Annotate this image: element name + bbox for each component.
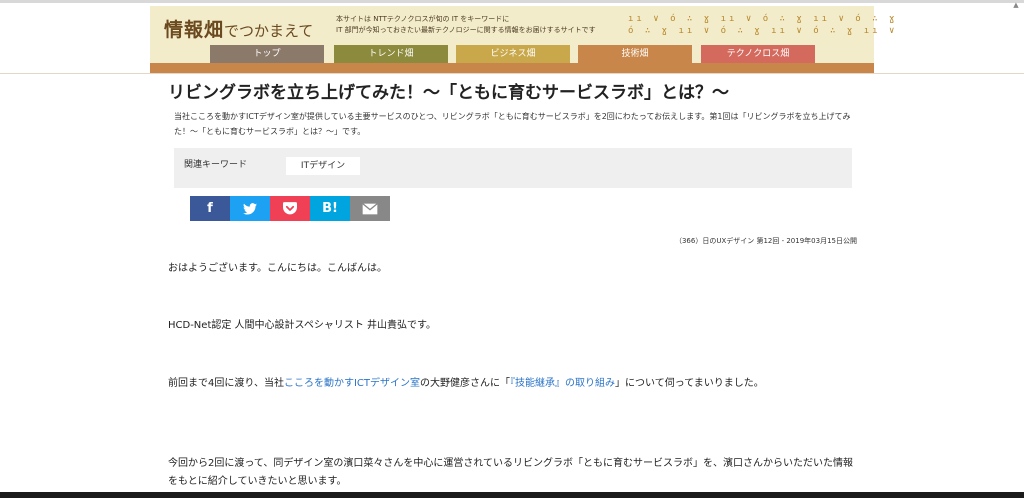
design-office-link[interactable]: こころを動かすICTデザイン室 xyxy=(284,378,420,389)
skill-transfer-link[interactable]: 『技能継承』の取り組み xyxy=(510,378,615,389)
decoration-pattern: ıı ∨ ó ∴ ɣ ıı ∨ ó ∴ ɣ ıı ∨ ó ∴ ɣ ó ∴ ɣ ıı… xyxy=(628,13,898,37)
keyword-box: 関連キーワード ITデザイン xyxy=(174,148,852,188)
window-top-edge xyxy=(0,0,1024,3)
nav-tab-top[interactable]: トップ xyxy=(210,45,324,63)
site-header: 情報畑でつかまえて 本サイトは NTTテクノクロスが旬の IT をキーワードに … xyxy=(150,6,898,73)
scroll-up-arrow-icon[interactable]: ▲ xyxy=(1010,0,1022,10)
site-logo[interactable]: 情報畑でつかまえて xyxy=(164,15,313,42)
paragraph-text: の大野健彦さんに「 xyxy=(420,378,511,389)
share-mail-button[interactable] xyxy=(350,196,390,221)
decoration-row-2: ó ∴ ɣ ıı ∨ ó ∴ ɣ ıı ∨ ó ∴ ɣ ıı ∨ xyxy=(628,26,898,36)
mail-icon xyxy=(362,202,378,214)
twitter-icon xyxy=(243,202,257,215)
logo-sub: でつかまえて xyxy=(224,22,314,40)
article-meta: （366）日のUXデザイン 第12回 - 2019年03月15日公開 xyxy=(674,237,857,245)
paragraph-previous: 前回まで4回に渡り、当社こころを動かすICTデザイン室の大野健彦さんに「『技能継… xyxy=(168,375,860,393)
main-nav: トップ トレンド畑 ビジネス畑 技術畑 テクノクロス畑 xyxy=(210,45,815,63)
os-taskbar xyxy=(0,492,1024,498)
hatena-bookmark-icon: B! xyxy=(322,201,338,216)
paragraph-intro: 今回から2回に渡って、同デザイン室の濱口菜々さんを中心に運営されているリビングラ… xyxy=(168,458,854,487)
share-twitter-button[interactable] xyxy=(230,196,270,221)
share-pocket-button[interactable] xyxy=(270,196,310,221)
article-title: リビングラボを立ち上げてみた！～「ともに育むサービスラボ」とは？～ xyxy=(168,83,729,103)
share-facebook-button[interactable]: f xyxy=(190,196,230,221)
paragraph-greeting: おはようございます。こんにちは。こんばんは。 xyxy=(168,263,387,274)
pocket-icon xyxy=(283,202,297,215)
keyword-label: 関連キーワード xyxy=(184,160,248,170)
nav-tab-technocross[interactable]: テクノクロス畑 xyxy=(701,45,815,63)
paragraph-author: HCD-Net認定 人間中心設計スペシャリスト 井山貴弘です。 xyxy=(168,320,437,331)
nav-tab-trend[interactable]: トレンド畑 xyxy=(334,45,448,63)
logo-main: 情報畑 xyxy=(164,19,225,41)
article-lead: 当社こころを動かすICTデザイン室が提供している主要サービスのひとつ、リビングラ… xyxy=(174,112,851,136)
paragraph-text: 前回まで4回に渡り、当社 xyxy=(168,378,284,389)
paragraph-text: 」について伺ってまいりました。 xyxy=(615,378,764,389)
share-hatena-button[interactable]: B! xyxy=(310,196,350,221)
facebook-icon: f xyxy=(207,201,213,216)
nav-tab-tech[interactable]: 技術畑 xyxy=(578,45,692,63)
tagline-line-2: IT 部門が今知っておきたい最新テクノロジーに関する情報をお届けするサイトです xyxy=(336,26,596,34)
decoration-row-1: ıı ∨ ó ∴ ɣ ıı ∨ ó ∴ ɣ ıı ∨ ó ∴ ɣ xyxy=(628,14,898,24)
active-tab-bar xyxy=(150,63,874,73)
keyword-tag[interactable]: ITデザイン xyxy=(286,157,360,175)
tagline-line-1: 本サイトは NTTテクノクロスが旬の IT をキーワードに xyxy=(336,15,510,23)
header-divider xyxy=(0,73,1024,74)
site-tagline: 本サイトは NTTテクノクロスが旬の IT をキーワードに IT 部門が今知って… xyxy=(336,14,626,36)
nav-tab-business[interactable]: ビジネス畑 xyxy=(456,45,570,63)
